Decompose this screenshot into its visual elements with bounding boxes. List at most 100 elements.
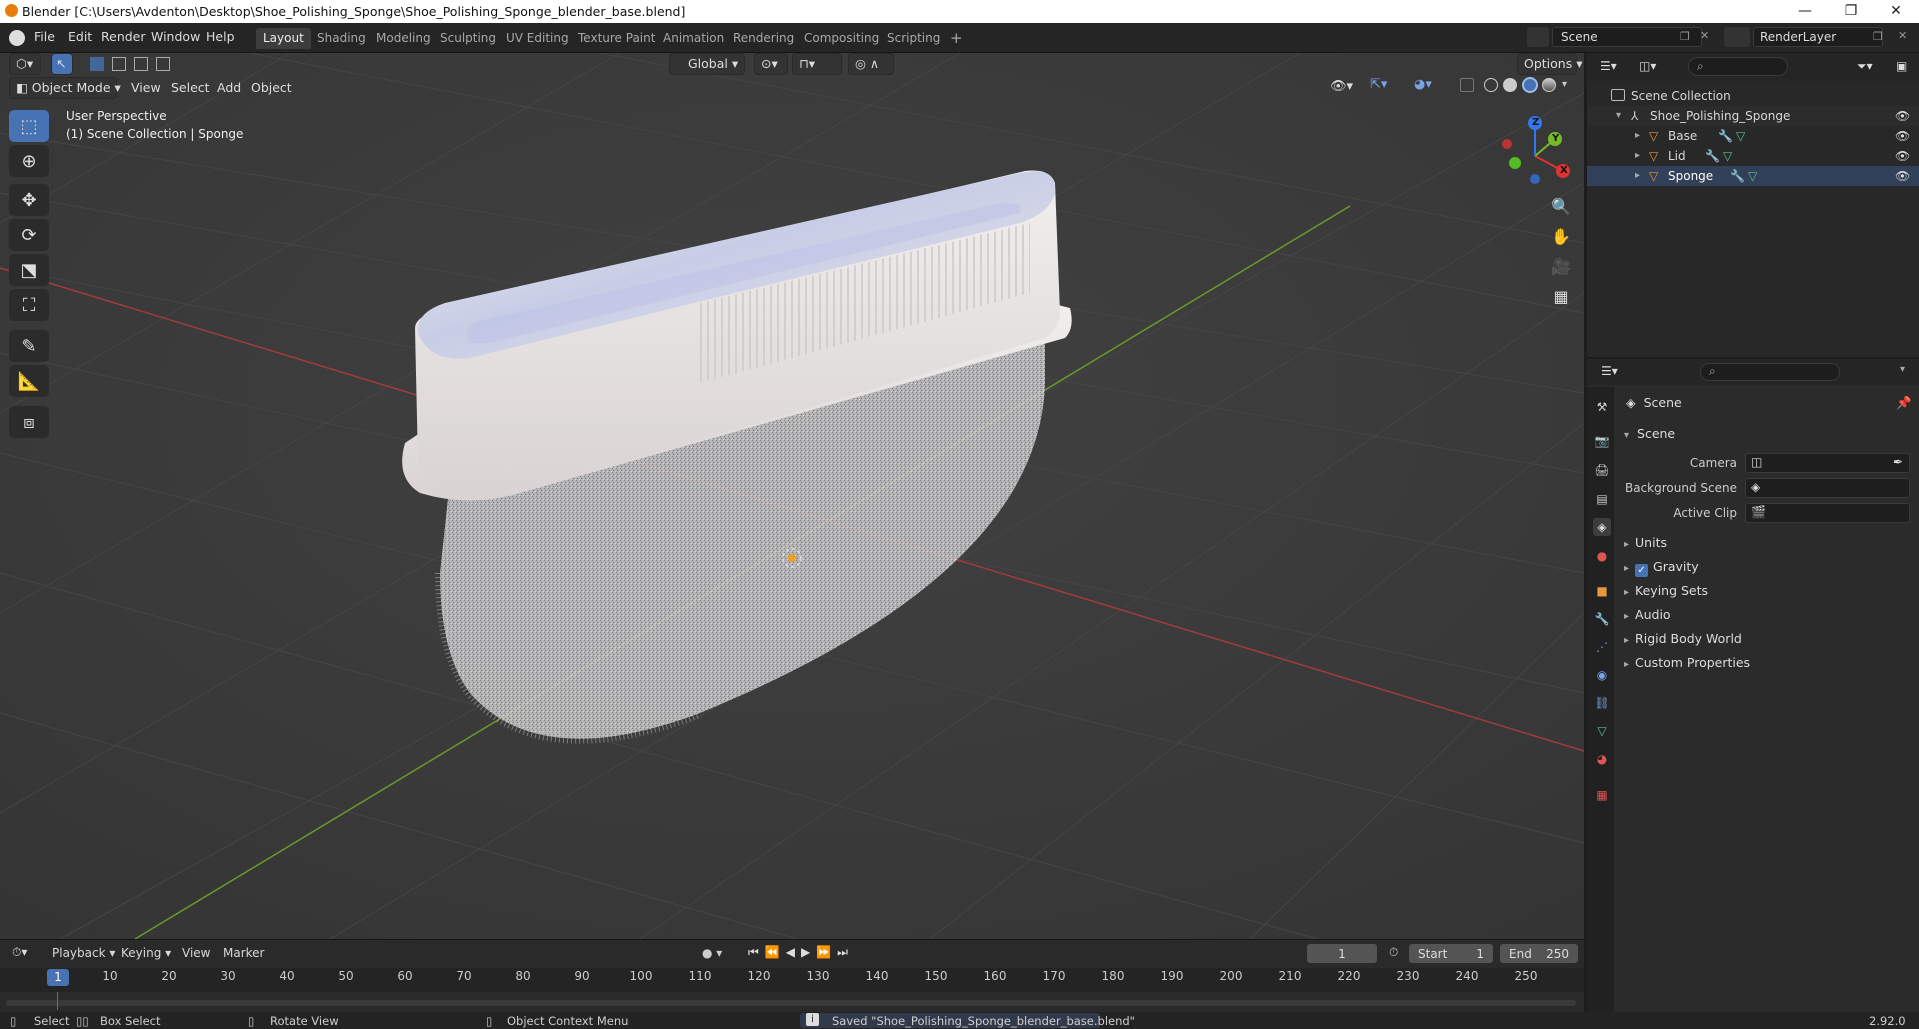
tab-layout[interactable]: Layout bbox=[256, 28, 311, 49]
navigation-gizmo[interactable]: X Y Z bbox=[1495, 111, 1575, 191]
outliner-row-collection[interactable]: ▾ ⅄ Shoe_Polishing_Sponge 👁 bbox=[1587, 106, 1919, 126]
panel-keying-sets[interactable]: ▸ Keying Sets bbox=[1618, 580, 1914, 602]
tool-move[interactable]: ✥ bbox=[9, 184, 49, 216]
scene-icon[interactable] bbox=[1527, 27, 1549, 47]
background-scene-field[interactable]: ◈ bbox=[1745, 478, 1910, 498]
timeline-editor-type-icon[interactable]: ⏱▾ bbox=[12, 945, 27, 960]
display-mode-icon[interactable]: ◫▾ bbox=[1639, 59, 1656, 73]
camera-view-icon[interactable]: 🎥 bbox=[1546, 251, 1576, 281]
playback-controls[interactable]: ⏮⏪◀▶⏩⏭ bbox=[748, 945, 854, 960]
tool-scale[interactable]: ⬔ bbox=[9, 254, 49, 286]
panel-audio[interactable]: ▸ Audio bbox=[1618, 604, 1914, 626]
world-tab-icon[interactable]: ● bbox=[1593, 547, 1611, 565]
outliner-row-base[interactable]: ▸ ▽ Base 🔧 ▽ 👁 bbox=[1587, 126, 1919, 146]
tab-sculpting[interactable]: Sculpting bbox=[433, 28, 503, 49]
view-layer-icon[interactable] bbox=[1724, 27, 1750, 47]
blender-menu-icon[interactable] bbox=[9, 30, 25, 46]
outliner-row-sponge[interactable]: ▸ ▽ Sponge 🔧 ▽ 👁 bbox=[1587, 166, 1919, 186]
tab-scripting[interactable]: Scripting bbox=[880, 28, 947, 49]
outliner-row-lid[interactable]: ▸ ▽ Lid 🔧 ▽ 👁 bbox=[1587, 146, 1919, 166]
texture-tab-icon[interactable]: ▦ bbox=[1593, 786, 1611, 804]
timeline-menu-marker[interactable]: Marker bbox=[223, 946, 264, 960]
tool-add-cube[interactable]: ⧈ bbox=[9, 406, 49, 438]
filter-icon[interactable]: ⏷▾ bbox=[1857, 59, 1873, 74]
panel-rigid-body-world[interactable]: ▸ Rigid Body World bbox=[1618, 628, 1914, 650]
timeline-menu-playback[interactable]: Playback ▾ bbox=[52, 946, 115, 960]
timeline-menu-view[interactable]: View bbox=[182, 946, 210, 960]
start-frame-field[interactable]: Start 1 bbox=[1409, 944, 1493, 963]
tab-shading[interactable]: Shading bbox=[310, 28, 373, 49]
playhead[interactable]: 1 bbox=[47, 969, 69, 986]
camera-field[interactable]: ◫ ✒ bbox=[1745, 453, 1910, 473]
zoom-icon[interactable]: 🔍 bbox=[1546, 191, 1576, 221]
panel-units[interactable]: ▸ Units bbox=[1618, 532, 1914, 554]
constraints-tab-icon[interactable]: ⛓ bbox=[1593, 694, 1611, 712]
data-tab-icon[interactable]: ▽ bbox=[1593, 722, 1611, 740]
tool-tab-icon[interactable]: ⚒ bbox=[1593, 398, 1611, 416]
timeline-menu-keying[interactable]: Keying ▾ bbox=[121, 946, 171, 960]
expand-icon[interactable]: ▸ bbox=[1635, 166, 1640, 186]
visibility-eye-icon[interactable]: 👁 bbox=[1895, 146, 1910, 166]
ortho-grid-icon[interactable]: ▦ bbox=[1546, 281, 1576, 311]
new-view-layer-icon[interactable]: ❐ bbox=[1873, 30, 1883, 43]
outliner-search-input[interactable]: ⌕ bbox=[1688, 57, 1788, 76]
scene-tab-icon[interactable]: ◈ bbox=[1593, 518, 1611, 536]
end-frame-field[interactable]: End 250 bbox=[1500, 944, 1578, 963]
tab-rendering[interactable]: Rendering bbox=[726, 28, 801, 49]
material-tab-icon[interactable]: ◕ bbox=[1593, 750, 1611, 768]
eyedropper-icon[interactable]: ✒ bbox=[1893, 455, 1903, 469]
delete-view-layer-icon[interactable]: ✕ bbox=[1898, 29, 1907, 42]
tab-modeling[interactable]: Modeling bbox=[369, 28, 438, 49]
properties-search-input[interactable]: ⌕ bbox=[1700, 363, 1840, 381]
object-tab-icon[interactable]: ■ bbox=[1593, 582, 1611, 600]
active-clip-field[interactable]: 🎬 bbox=[1745, 503, 1910, 523]
visibility-eye-icon[interactable]: 👁 bbox=[1895, 106, 1910, 126]
properties-editor-type-icon[interactable]: ☰▾ bbox=[1601, 364, 1618, 378]
outliner-editor-type-icon[interactable]: ☰▾ bbox=[1600, 59, 1617, 73]
panel-custom-properties[interactable]: ▸ Custom Properties bbox=[1618, 652, 1914, 674]
tab-texture-paint[interactable]: Texture Paint bbox=[571, 28, 662, 49]
gravity-checkbox[interactable]: ✓ bbox=[1635, 564, 1649, 577]
expand-icon[interactable]: ▸ bbox=[1635, 126, 1640, 146]
maximize-button[interactable]: ❐ bbox=[1828, 0, 1874, 23]
close-window-button[interactable]: ✕ bbox=[1873, 0, 1919, 23]
menu-render[interactable]: Render bbox=[101, 29, 146, 44]
tab-uv-editing[interactable]: UV Editing bbox=[499, 28, 576, 49]
view-layer-selector[interactable]: RenderLayer bbox=[1753, 27, 1883, 47]
tool-rotate[interactable]: ⟳ bbox=[9, 219, 49, 251]
new-collection-icon[interactable]: ▣ bbox=[1896, 59, 1907, 73]
new-scene-icon[interactable]: ❐ bbox=[1680, 30, 1690, 43]
outliner-row-scene-collection[interactable]: Scene Collection bbox=[1587, 86, 1919, 106]
pan-hand-icon[interactable]: ✋ bbox=[1546, 221, 1576, 251]
menu-edit[interactable]: Edit bbox=[68, 29, 92, 44]
timeline-scrollbar[interactable] bbox=[6, 1000, 1576, 1006]
tool-transform[interactable]: ⛶ bbox=[9, 289, 49, 321]
add-workspace-button[interactable]: + bbox=[943, 28, 970, 49]
minimize-button[interactable]: — bbox=[1782, 0, 1828, 23]
panel-gravity[interactable]: ▸ ✓ Gravity bbox=[1618, 556, 1914, 578]
physics-tab-icon[interactable]: ◉ bbox=[1593, 666, 1611, 684]
menu-file[interactable]: File bbox=[34, 29, 55, 44]
visibility-eye-icon[interactable]: 👁 bbox=[1895, 126, 1910, 146]
menu-window[interactable]: Window bbox=[151, 29, 200, 44]
menu-help[interactable]: Help bbox=[206, 29, 235, 44]
tab-compositing[interactable]: Compositing bbox=[797, 28, 886, 49]
stopwatch-icon[interactable]: ⏱ bbox=[1389, 945, 1398, 960]
tool-cursor[interactable]: ⊕ bbox=[9, 145, 49, 177]
3d-viewport[interactable] bbox=[0, 53, 1584, 939]
current-frame-field[interactable]: 1 bbox=[1307, 944, 1377, 963]
delete-scene-icon[interactable]: ✕ bbox=[1700, 29, 1709, 42]
tool-select-box[interactable]: ⬚ bbox=[9, 110, 49, 142]
pin-icon[interactable]: 📌 bbox=[1896, 392, 1912, 414]
tool-annotate[interactable]: ✎ bbox=[9, 330, 49, 362]
properties-options-icon[interactable]: ▾ bbox=[1900, 364, 1905, 375]
record-icon[interactable]: ● ▾ bbox=[702, 946, 722, 960]
expand-icon[interactable]: ▸ bbox=[1635, 146, 1640, 166]
tool-measure[interactable]: 📐 bbox=[9, 365, 49, 397]
visibility-eye-icon[interactable]: 👁 bbox=[1895, 166, 1910, 186]
render-tab-icon[interactable]: 📷 bbox=[1593, 432, 1611, 450]
expand-icon[interactable]: ▾ bbox=[1616, 106, 1621, 126]
modifier-tab-icon[interactable]: 🔧 bbox=[1593, 610, 1611, 628]
panel-scene[interactable]: ▾ Scene bbox=[1618, 423, 1914, 445]
particles-tab-icon[interactable]: ⋰ bbox=[1593, 638, 1611, 656]
